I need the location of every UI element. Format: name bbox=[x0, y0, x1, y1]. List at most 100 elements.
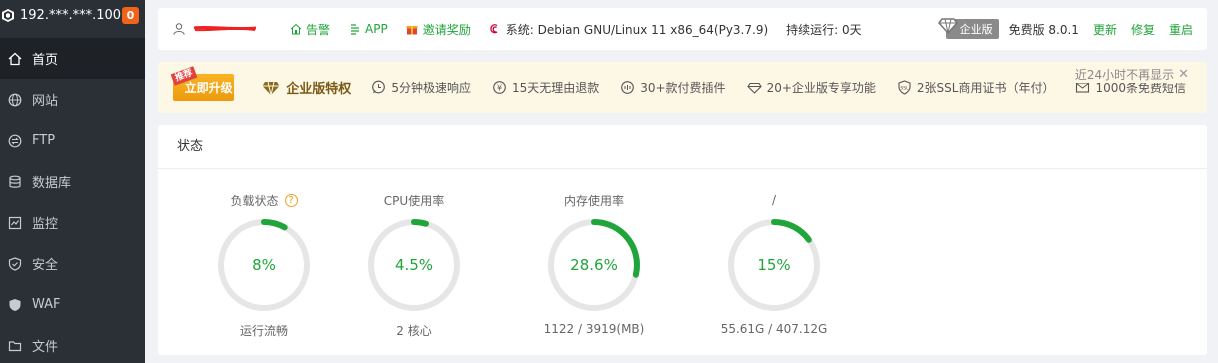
gauge-value: 28.6% bbox=[570, 256, 618, 274]
sidebar-item-label: 网站 bbox=[32, 94, 59, 109]
plugin-icon bbox=[620, 80, 635, 95]
shield-icon bbox=[7, 256, 23, 272]
diamond-icon bbox=[746, 80, 762, 95]
header-right-actions: 企业版 免费版 8.0.1 更新 修复 重启 bbox=[937, 8, 1193, 50]
gauge-subtext: 1122 / 3919(MB) bbox=[543, 322, 645, 336]
app-icon bbox=[348, 23, 361, 36]
sidebar-menu: 首页 网站 FTP 数据库 监控 安全 WAF 文件 bbox=[0, 38, 145, 363]
system-text: 系统: Debian GNU/Linux 11 x86_64(Py3.7.9) bbox=[505, 22, 769, 37]
gauge-subtext: 2 核心 bbox=[396, 324, 432, 338]
globe-icon bbox=[7, 92, 23, 108]
gift-icon bbox=[406, 23, 419, 36]
sidebar-item-files[interactable]: 文件 bbox=[0, 325, 145, 363]
database-icon bbox=[7, 174, 23, 190]
version-text: 免费版 8.0.1 bbox=[1008, 22, 1079, 37]
notification-badge[interactable]: 0 bbox=[122, 6, 139, 24]
gauge-subtext: 55.61G / 407.12G bbox=[720, 322, 828, 336]
sidebar-item-home[interactable]: 首页 bbox=[0, 38, 145, 79]
dismiss-24h-button[interactable]: 近24小时不再显示 ✕ bbox=[1072, 66, 1189, 83]
debian-icon bbox=[489, 23, 502, 36]
sidebar: 192.***.***.100 0 首页 网站 FTP 数据库 监控 安全 WA… bbox=[0, 0, 145, 363]
gauge-label: / bbox=[704, 189, 844, 211]
status-panel-title: 状态 bbox=[158, 125, 1207, 169]
gauge-label: 内存使用率 bbox=[524, 189, 664, 211]
promo-feature: 5分钟极速响应 bbox=[371, 79, 471, 96]
sidebar-item-label: 数据库 bbox=[32, 176, 72, 191]
gauge-ring: 4.5% bbox=[368, 219, 460, 311]
user-account[interactable] bbox=[172, 23, 271, 36]
server-logo-icon bbox=[2, 8, 14, 22]
alarm-home-icon bbox=[289, 23, 302, 36]
redacted-username bbox=[193, 24, 257, 34]
sidebar-item-label: FTP bbox=[32, 133, 56, 148]
promo-feature-text: 20+企业版专享功能 bbox=[766, 81, 876, 95]
svg-text:SSL: SSL bbox=[900, 86, 909, 92]
sidebar-item-monitor[interactable]: 监控 bbox=[0, 202, 145, 243]
crown-diamond-icon bbox=[262, 81, 280, 95]
server-ip: 192.***.***.100 bbox=[20, 7, 122, 23]
chat-icon bbox=[371, 80, 386, 95]
sidebar-item-label: WAF bbox=[32, 297, 61, 312]
memory-gauge[interactable]: 内存使用率 28.6% 1122 / 3919(MB) bbox=[524, 189, 664, 337]
enterprise-badge[interactable]: 企业版 bbox=[937, 18, 999, 39]
cpu-gauge[interactable]: CPU使用率 4.5% 2 核心 bbox=[344, 189, 484, 339]
load-gauge[interactable]: 负载状态 ? 8% 运行流畅 bbox=[194, 189, 334, 339]
gauge-label: 负载状态 ? bbox=[194, 189, 334, 211]
uptime-info: 持续运行: 0天 bbox=[786, 21, 862, 38]
gauge-value: 4.5% bbox=[395, 256, 433, 274]
promo-feature-text: 15天无理由退款 bbox=[511, 81, 600, 95]
sidebar-item-label: 安全 bbox=[32, 258, 59, 273]
sidebar-header: 192.***.***.100 0 bbox=[0, 0, 145, 30]
diamond-icon bbox=[937, 18, 958, 35]
update-button[interactable]: 更新 bbox=[1093, 21, 1117, 38]
promo-feature-text: 30+款付费插件 bbox=[640, 81, 726, 95]
sidebar-item-label: 监控 bbox=[32, 217, 59, 232]
promo-title: 企业版特权 bbox=[262, 78, 351, 97]
user-icon bbox=[172, 23, 185, 36]
sidebar-item-waf[interactable]: WAF bbox=[0, 284, 145, 325]
invite-label: 邀请奖励 bbox=[422, 22, 471, 37]
promo-feature: ¥ 15天无理由退款 bbox=[492, 79, 599, 96]
refund-icon: ¥ bbox=[492, 80, 507, 95]
gauge-label-text: / bbox=[771, 193, 777, 207]
promo-feature: 20+企业版专享功能 bbox=[746, 79, 876, 96]
promo-feature: SSL 2张SSL商用证书（年付） bbox=[897, 79, 1055, 96]
gauge-label-text: CPU使用率 bbox=[383, 193, 445, 208]
repair-button[interactable]: 修复 bbox=[1131, 21, 1155, 38]
promo-feature: 30+款付费插件 bbox=[620, 79, 726, 96]
promo-title-text: 企业版特权 bbox=[286, 82, 352, 97]
sidebar-item-database[interactable]: 数据库 bbox=[0, 161, 145, 202]
svg-text:¥: ¥ bbox=[497, 84, 502, 93]
system-info: 系统: Debian GNU/Linux 11 x86_64(Py3.7.9) bbox=[489, 21, 768, 38]
waf-shield-icon bbox=[7, 297, 23, 313]
app-label: APP bbox=[365, 22, 388, 36]
app-link[interactable]: APP bbox=[348, 22, 388, 36]
dismiss-text: 近24小时不再显示 bbox=[1074, 68, 1175, 82]
gauge-subtext: 运行流畅 bbox=[239, 324, 288, 338]
enterprise-badge-label: 企业版 bbox=[959, 23, 993, 36]
top-header: 告警 APP 邀请奖励 系统: Debian GNU/Linux 11 x86_… bbox=[158, 8, 1207, 50]
gauge-ring: 8% bbox=[218, 219, 310, 311]
upgrade-now-button[interactable]: 推荐 立即升级 bbox=[170, 66, 235, 101]
help-icon[interactable]: ? bbox=[284, 193, 298, 207]
sidebar-item-label: 首页 bbox=[32, 53, 59, 68]
uptime-text: 持续运行: 0天 bbox=[786, 22, 862, 37]
gauge-ring: 28.6% bbox=[548, 219, 640, 311]
home-icon bbox=[7, 51, 23, 67]
alarm-link[interactable]: 告警 bbox=[289, 21, 330, 38]
gauge-label-text: 负载状态 bbox=[230, 193, 279, 208]
monitor-icon bbox=[7, 215, 23, 231]
gauge-label: CPU使用率 bbox=[344, 189, 484, 211]
ftp-icon bbox=[7, 133, 23, 149]
promo-feature-text: 2张SSL商用证书（年付） bbox=[916, 81, 1055, 95]
restart-button[interactable]: 重启 bbox=[1169, 21, 1193, 38]
gauge-value: 15% bbox=[757, 256, 790, 274]
sidebar-item-ftp[interactable]: FTP bbox=[0, 120, 145, 161]
sidebar-item-website[interactable]: 网站 bbox=[0, 79, 145, 120]
invite-link[interactable]: 邀请奖励 bbox=[406, 21, 471, 38]
sidebar-item-security[interactable]: 安全 bbox=[0, 243, 145, 284]
promo-feature-text: 5分钟极速响应 bbox=[391, 81, 471, 95]
close-icon[interactable]: ✕ bbox=[1178, 67, 1189, 82]
disk-gauge[interactable]: / 15% 55.61G / 407.12G bbox=[704, 189, 844, 336]
enterprise-promo-banner: 推荐 立即升级 企业版特权 5分钟极速响应 ¥ 15天无理由退款 30+款付费插… bbox=[158, 62, 1207, 113]
